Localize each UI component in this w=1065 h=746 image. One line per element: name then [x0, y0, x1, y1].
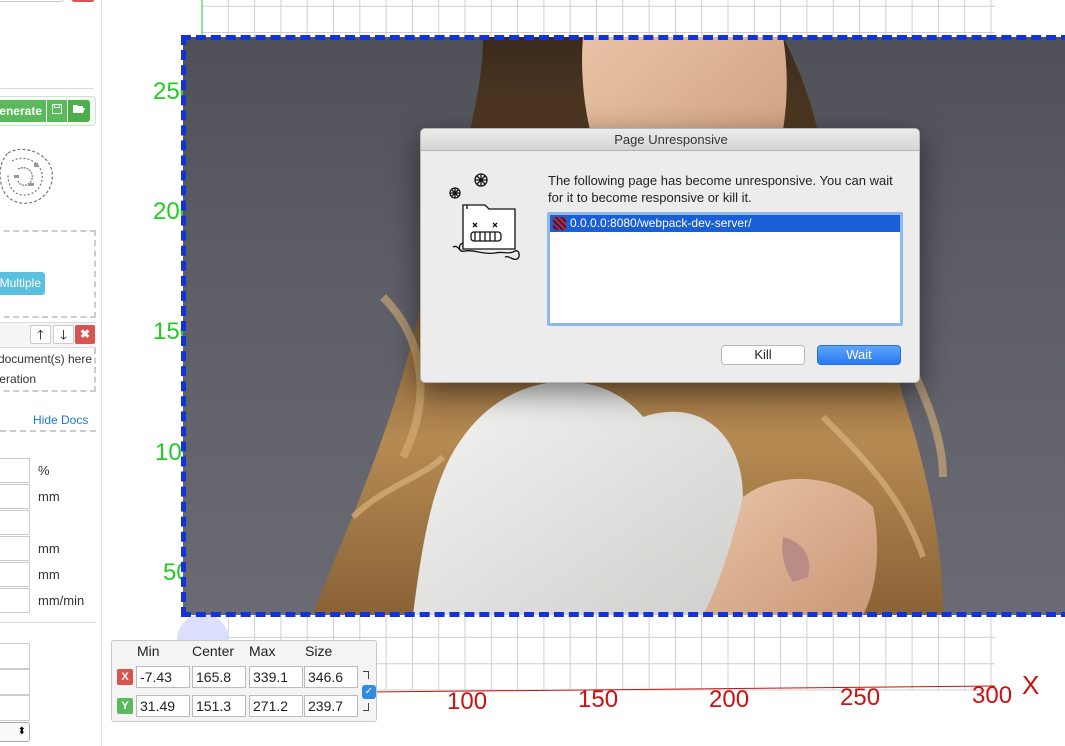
generate-label: Generate — [0, 104, 42, 118]
param-input-3[interactable] — [0, 510, 30, 535]
unit-label-6: mm/min — [38, 593, 85, 608]
param-input-2[interactable] — [0, 484, 30, 509]
hide-docs-link[interactable]: Hide Docs — [33, 413, 88, 427]
save-gcode-button[interactable] — [47, 100, 67, 122]
multiple-button[interactable]: Multiple — [0, 272, 45, 295]
move-down-button[interactable]: 🡓 — [53, 325, 74, 344]
divider — [0, 430, 96, 432]
param-input-7[interactable] — [0, 643, 30, 669]
left-panel: Generate Multiple — [0, 0, 102, 746]
close-icon: ✖ — [79, 327, 91, 341]
drop-text-line2: to add to operation — [0, 372, 36, 386]
favicon-icon — [553, 217, 566, 230]
drop-text-line1: Drag document(s) here — [0, 352, 92, 366]
x-tick-label: 300 — [972, 682, 1013, 709]
multiple-label: Multiple — [0, 276, 41, 290]
divider — [0, 88, 94, 89]
top-input[interactable] — [0, 0, 64, 2]
header-min: Min — [137, 643, 160, 659]
x-size-input[interactable]: 346.6 — [304, 666, 358, 688]
move-up-button[interactable]: 🡑 — [30, 325, 51, 344]
coordinates-panel: Min Center Max Size X -7.43 165.8 339.1 … — [111, 640, 377, 722]
page-unresponsive-dialog: Page Unresponsive The following page has… — [420, 128, 920, 383]
list-item[interactable]: 0.0.0.0:8080/webpack-dev-server/ — [550, 215, 900, 232]
param-input-8[interactable] — [0, 669, 30, 695]
kill-button[interactable]: Kill — [721, 345, 805, 365]
param-input-5[interactable] — [0, 562, 30, 587]
header-max: Max — [249, 643, 276, 659]
unit-label-1: % — [38, 463, 50, 478]
page-url: 0.0.0.0:8080/webpack-dev-server/ — [570, 216, 752, 230]
param-input-4[interactable] — [0, 536, 30, 561]
chevron-updown-icon: ⬍ — [17, 726, 26, 737]
generate-button[interactable]: Generate — [0, 100, 46, 122]
param-input-9[interactable] — [0, 695, 30, 721]
arrow-down-icon: 🡓 — [60, 327, 67, 342]
wait-button[interactable]: Wait — [817, 345, 901, 365]
checkmark-icon: ✓ — [364, 686, 374, 697]
x-tick-label: 150 — [578, 686, 619, 713]
x-center-input[interactable]: 165.8 — [192, 666, 246, 688]
document-thumbnail[interactable] — [0, 145, 58, 209]
select-dropdown[interactable]: ⬍ — [0, 722, 30, 742]
param-input-1[interactable] — [0, 458, 30, 483]
folder-open-icon — [73, 105, 85, 117]
unit-label-5: mm — [38, 567, 60, 582]
remove-operation-button[interactable]: ✖ — [75, 325, 95, 344]
x-badge: X — [117, 669, 133, 685]
unresponsive-page-list[interactable]: 0.0.0.0:8080/webpack-dev-server/ — [547, 212, 903, 326]
x-max-input[interactable]: 339.1 — [249, 666, 303, 688]
header-size: Size — [305, 643, 333, 659]
sad-folder-icon — [443, 171, 539, 272]
dialog-title: Page Unresponsive — [421, 129, 919, 151]
divider — [0, 622, 96, 623]
x-tick-label: 250 — [840, 684, 881, 711]
dialog-message: The following page has become unresponsi… — [548, 173, 893, 205]
x-axis-label: X — [1022, 670, 1040, 700]
x-min-input[interactable]: -7.43 — [136, 666, 190, 688]
top-remove-button[interactable] — [72, 0, 94, 2]
x-tick-label: 100 — [447, 688, 488, 715]
y-min-input[interactable]: 31.49 — [136, 695, 190, 717]
y-center-input[interactable]: 151.3 — [192, 695, 246, 717]
arrow-up-icon: 🡑 — [37, 327, 44, 342]
unit-label-4: mm — [38, 541, 60, 556]
y-max-input[interactable]: 271.2 — [249, 695, 303, 717]
param-input-6[interactable] — [0, 588, 30, 613]
header-center: Center — [192, 643, 235, 659]
y-badge: Y — [117, 698, 133, 714]
save-icon — [52, 104, 62, 117]
x-tick-label: 200 — [709, 686, 750, 713]
open-gcode-button[interactable] — [68, 100, 90, 122]
y-size-input[interactable]: 239.7 — [304, 695, 358, 717]
link-bracket-bottom — [363, 703, 369, 711]
lock-aspect-checkbox[interactable]: ✓ — [362, 685, 376, 699]
link-bracket-top — [363, 671, 369, 679]
unit-label-2: mm — [38, 489, 60, 504]
